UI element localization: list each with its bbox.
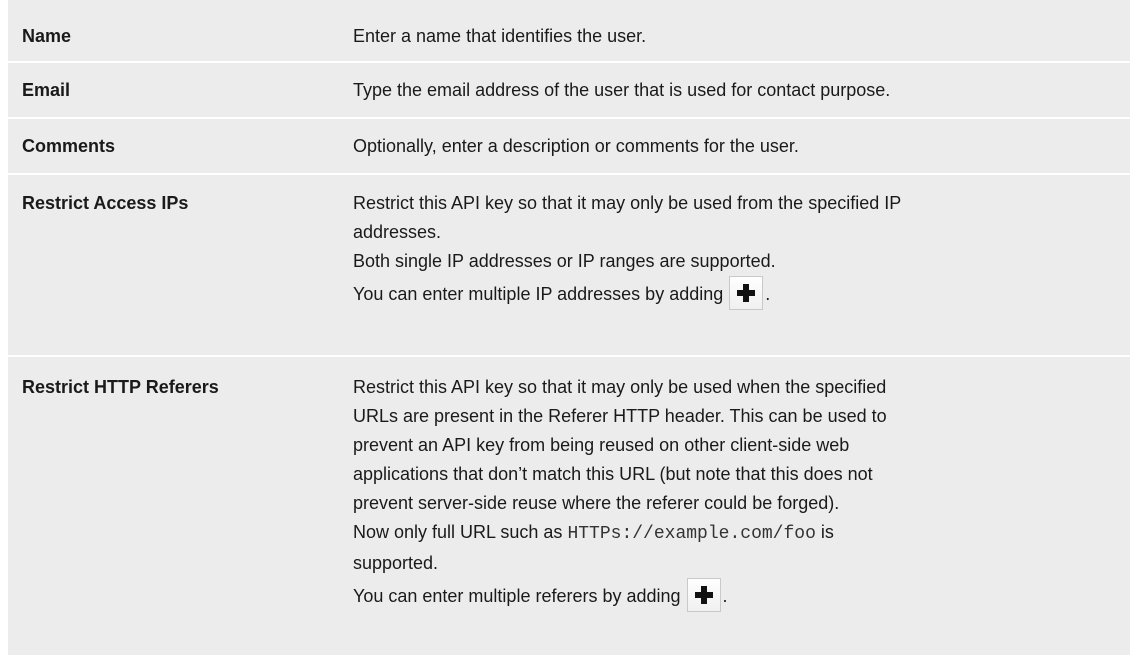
field-description: Type the email address of the user that … xyxy=(353,63,1130,117)
plus-icon xyxy=(729,276,764,310)
url-format-text: Now only full URL such as xyxy=(353,522,563,542)
field-name: Name xyxy=(22,26,72,46)
field-description-table: Name Enter a name that identifies the us… xyxy=(8,0,1130,657)
table-row: Comments Optionally, enter a description… xyxy=(8,119,1130,175)
description-line: URLs are present in the Referer HTTP hea… xyxy=(353,406,887,426)
description-line: Now only full URL such as HTTPs://exampl… xyxy=(353,518,1122,549)
description-line: You can enter multiple IP addresses by a… xyxy=(353,276,1122,310)
description-line: prevent server-side reuse where the refe… xyxy=(353,493,840,513)
example-url-code: HTTPs://example.com/foo xyxy=(567,524,816,544)
url-format-suffix: is xyxy=(820,522,834,542)
table-row: Restrict Access IPs Restrict this API ke… xyxy=(8,175,1130,357)
description-line: prevent an API key from being reused on … xyxy=(353,435,850,455)
table-row: Restrict HTTP Referers Restrict this API… xyxy=(8,357,1130,657)
description-line: Restrict this API key so that it may onl… xyxy=(353,377,887,397)
add-referer-instruction: You can enter multiple referers by addin… xyxy=(353,586,681,606)
field-description: Enter a name that identifies the user. xyxy=(353,0,1130,61)
description-line: You can enter multiple referers by addin… xyxy=(353,578,1122,612)
add-ip-instruction: You can enter multiple IP addresses by a… xyxy=(353,284,724,304)
description-line: Type the email address of the user that … xyxy=(353,80,891,100)
description-line: applications that don’t match this URL (… xyxy=(353,464,873,484)
field-name: Email xyxy=(22,80,71,100)
trailing-period: . xyxy=(722,586,728,606)
field-description: Optionally, enter a description or comme… xyxy=(353,119,1130,173)
table-row: Name Enter a name that identifies the us… xyxy=(8,0,1130,63)
description-line: Restrict this API key so that it may onl… xyxy=(353,193,902,213)
description-line: Enter a name that identifies the user. xyxy=(353,26,647,46)
field-name: Restrict HTTP Referers xyxy=(22,377,219,397)
field-name: Comments xyxy=(22,136,116,156)
description-line: supported. xyxy=(353,553,439,573)
field-name: Restrict Access IPs xyxy=(22,193,189,213)
description-line: Optionally, enter a description or comme… xyxy=(353,136,799,156)
trailing-period: . xyxy=(765,284,771,304)
description-line: Both single IP addresses or IP ranges ar… xyxy=(353,251,776,271)
field-description: Restrict this API key so that it may onl… xyxy=(353,357,1130,655)
description-line: addresses. xyxy=(353,222,442,242)
plus-icon xyxy=(686,578,721,612)
table-row: Email Type the email address of the user… xyxy=(8,63,1130,119)
field-description: Restrict this API key so that it may onl… xyxy=(353,175,1130,355)
